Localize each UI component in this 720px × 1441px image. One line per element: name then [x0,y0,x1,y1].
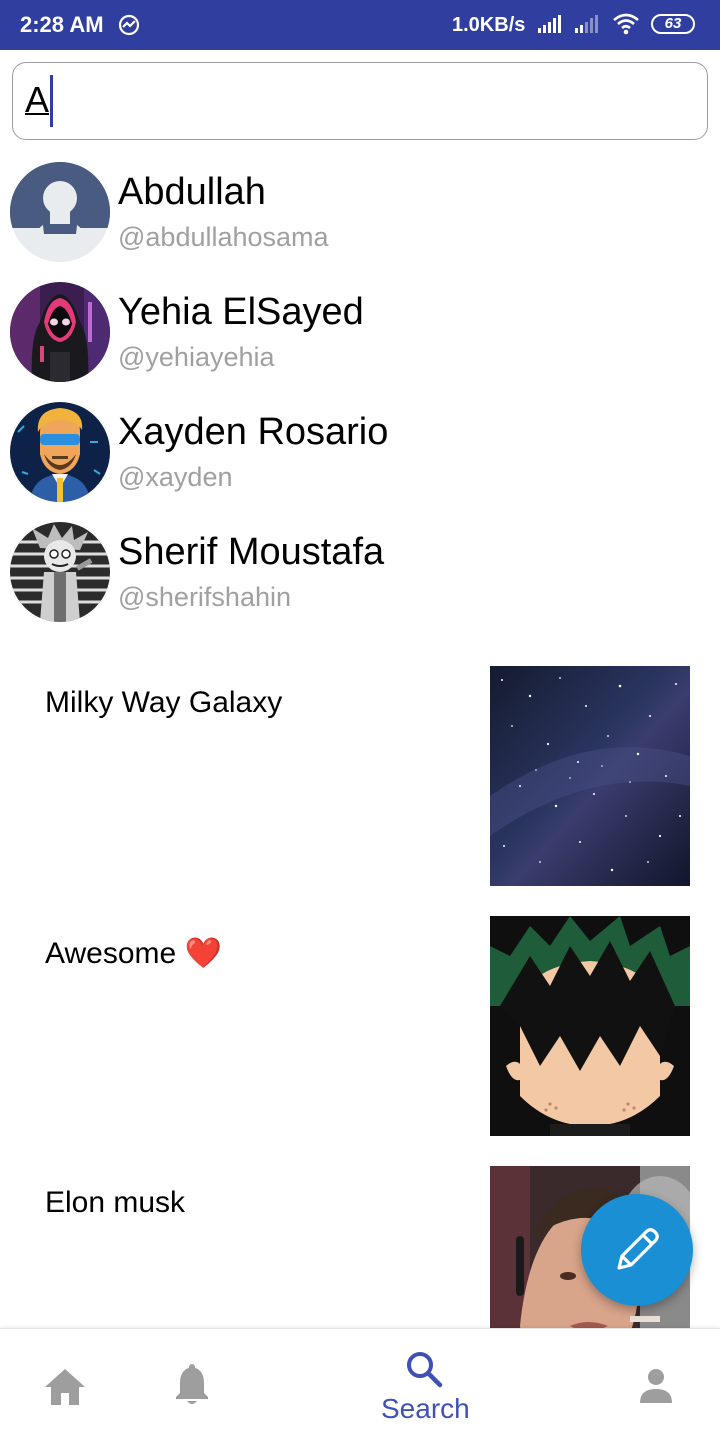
network-speed: 1.0KB/s [452,14,526,36]
pencil-icon [617,1228,659,1270]
messenger-icon [118,14,140,36]
nav-search[interactable]: Search [376,1329,472,1441]
hooded-figure-avatar [10,282,110,382]
nav-home[interactable] [40,1329,90,1441]
post-title: Elon musk [45,1186,186,1219]
anime-boy-image [490,916,690,1136]
user-name: Abdullah [118,171,266,213]
home-icon [45,1369,85,1405]
signal-icon-secondary [575,15,603,38]
battery-indicator: 63 [651,14,695,34]
post-title: Milky Way Galaxy [45,686,283,719]
compose-button[interactable] [581,1194,693,1306]
bottom-navigation: Search [0,1328,720,1441]
user-handle: @yehiayehia [118,342,275,372]
starry-sky-image [490,666,690,886]
person-icon [640,1369,672,1403]
search-input[interactable]: A [12,62,708,140]
user-name: Sherif Moustafa [118,531,385,573]
wifi-icon [612,12,640,41]
signal-icon [538,15,566,38]
status-time: 2:28 AM [20,12,104,37]
status-bar: 2:28 AM 1.0KB/s 63 [0,0,720,50]
user-result-abdullah[interactable]: Abdullah @abdullahosama [0,162,720,282]
nav-notifications[interactable] [168,1329,218,1441]
post-item[interactable]: Milky Way Galaxy [0,666,720,886]
user-name: Xayden Rosario [118,411,389,453]
heart-emoji: ❤️ [184,937,222,970]
cartoon-scientist-avatar [10,522,110,622]
nav-search-label: Search [381,1393,470,1424]
bell-icon [176,1364,208,1404]
user-handle: @abdullahosama [118,222,329,252]
user-result-yehia[interactable]: Yehia ElSayed @yehiayehia [0,282,720,402]
user-handle: @sherifshahin [118,582,291,612]
user-handle: @xayden [118,462,233,492]
nav-profile[interactable] [632,1329,682,1441]
search-input-value: A [25,79,50,120]
search-icon [407,1352,443,1388]
user-result-sherif[interactable]: Sherif Moustafa @sherifshahin [0,522,720,642]
bearded-man-sunglasses-avatar [10,402,110,502]
user-result-xayden[interactable]: Xayden Rosario @xayden [0,402,720,522]
user-name: Yehia ElSayed [118,291,364,333]
text-caret [50,75,53,127]
post-title: Awesome ❤️ [45,937,222,970]
default-person-avatar [10,162,110,262]
post-item[interactable]: Awesome ❤️ [0,916,720,1136]
